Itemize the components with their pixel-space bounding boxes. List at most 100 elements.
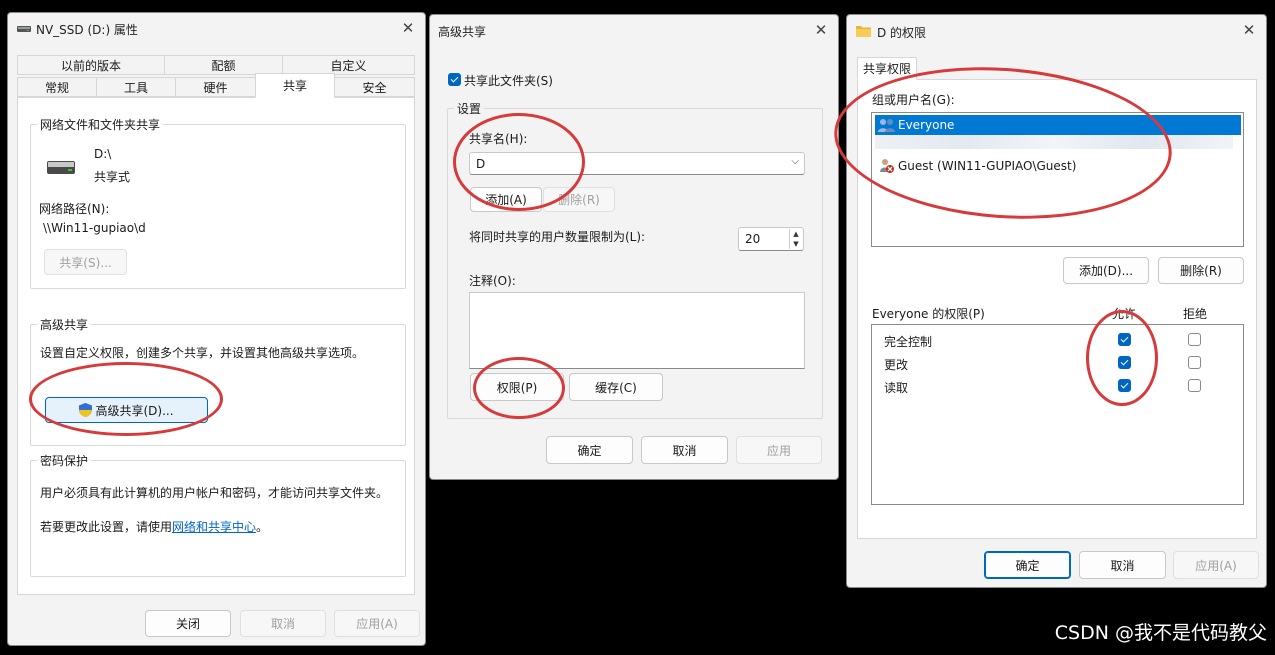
advanced-sharing-button-label: 高级共享(D)... bbox=[95, 403, 174, 418]
deny-read-checkbox[interactable] bbox=[1188, 379, 1201, 392]
properties-dialog: NV_SSD (D:) 属性 ✕ 以前的版本 配额 自定义 常规 工具 硬件 共… bbox=[7, 12, 426, 646]
network-sharing-center-link[interactable]: 网络和共享中心 bbox=[172, 520, 256, 534]
remove-share-button[interactable]: 删除(R) bbox=[543, 187, 615, 212]
network-path-label: 网络路径(N): bbox=[39, 202, 110, 216]
permissions-dialog: D 的权限 ✕ 共享权限 组或用户名(G): Everyone Guest (W… bbox=[846, 14, 1267, 588]
permission-change: 更改 bbox=[884, 358, 909, 372]
permission-read: 读取 bbox=[884, 381, 909, 395]
cancel-button[interactable]: 取消 bbox=[1079, 551, 1166, 579]
tab-quota[interactable]: 配额 bbox=[164, 55, 283, 75]
permissions-listbox: 完全控制 更改 读取 bbox=[871, 324, 1244, 505]
users-listbox[interactable]: Everyone Guest (WIN11-GUPIAO\Guest) bbox=[871, 112, 1244, 247]
watermark-text: CSDN @我不是代码教父 bbox=[1054, 622, 1267, 644]
share-name-combobox[interactable]: D ⌵ bbox=[469, 152, 805, 175]
comment-label: 注释(O): bbox=[469, 274, 516, 288]
add-share-button[interactable]: 添加(A) bbox=[470, 187, 542, 212]
add-user-button[interactable]: 添加(D)... bbox=[1063, 257, 1149, 284]
allow-change-checkbox[interactable] bbox=[1118, 356, 1131, 369]
network-sharing-group: 网络文件和文件夹共享 D:\ 共享式 网络路径(N): \\Win11-gupi… bbox=[30, 116, 406, 289]
advanced-sharing-button[interactable]: 高级共享(D)... bbox=[45, 397, 208, 423]
users-label: 组或用户名(G): bbox=[872, 93, 955, 107]
tab-hardware[interactable]: 硬件 bbox=[175, 77, 256, 97]
shield-icon bbox=[79, 403, 93, 417]
advanced-sharing-description: 设置自定义权限，创建多个共享，并设置其他高级共享选项。 bbox=[40, 346, 365, 360]
tab-security[interactable]: 安全 bbox=[334, 77, 415, 97]
disabled-user-icon bbox=[880, 159, 894, 173]
drive-icon bbox=[47, 161, 75, 174]
share-permissions-panel: 组或用户名(G): Everyone Guest (WIN11-GUPIAO\G… bbox=[857, 79, 1257, 539]
advanced-sharing-group: 高级共享 设置自定义权限，创建多个共享，并设置其他高级共享选项。 高级共享(D)… bbox=[30, 316, 406, 446]
share-name-value: D bbox=[476, 156, 486, 171]
permissions-button[interactable]: 权限(P) bbox=[470, 373, 564, 401]
apply-button[interactable]: 应用(A) bbox=[1173, 551, 1259, 579]
arrow-down-icon[interactable]: ▼ bbox=[790, 239, 802, 249]
properties-title: NV_SSD (D:) 属性 bbox=[36, 23, 138, 37]
allow-column-header: 允许 bbox=[1112, 307, 1137, 321]
advanced-sharing-title: 高级共享 bbox=[438, 25, 487, 39]
caching-button[interactable]: 缓存(C) bbox=[569, 373, 663, 401]
advanced-sharing-dialog: 高级共享 ✕ 共享此文件夹(S) 设置 共享名(H): D ⌵ 添加(A) 删除… bbox=[429, 14, 839, 480]
network-path-value: \\Win11-gupiao\d bbox=[43, 221, 146, 235]
user-name-guest: Guest (WIN11-GUPIAO\Guest) bbox=[898, 159, 1077, 173]
ok-button[interactable]: 确定 bbox=[984, 551, 1071, 579]
allow-read-checkbox[interactable] bbox=[1118, 379, 1131, 392]
share-button[interactable]: 共享(S)... bbox=[44, 249, 127, 275]
comment-textarea[interactable] bbox=[469, 292, 805, 369]
tab-tools[interactable]: 工具 bbox=[96, 77, 176, 97]
properties-titlebar: NV_SSD (D:) 属性 ✕ bbox=[8, 13, 425, 43]
password-change-suffix: 。 bbox=[256, 520, 269, 534]
user-row-guest[interactable]: Guest (WIN11-GUPIAO\Guest) bbox=[875, 156, 1241, 176]
share-folder-checkbox[interactable] bbox=[448, 73, 461, 86]
deny-change-checkbox[interactable] bbox=[1188, 356, 1201, 369]
password-change-prefix: 若要更改此设置，请使用 bbox=[40, 520, 173, 534]
share-folder-label: 共享此文件夹(S) bbox=[464, 74, 553, 88]
network-sharing-group-label: 网络文件和文件夹共享 bbox=[37, 116, 164, 133]
sharing-tab-panel: 网络文件和文件夹共享 D:\ 共享式 网络路径(N): \\Win11-gupi… bbox=[17, 97, 415, 595]
tab-customize[interactable]: 自定义 bbox=[282, 55, 415, 75]
group-users-icon bbox=[878, 119, 895, 132]
allow-full-control-checkbox[interactable] bbox=[1118, 333, 1131, 346]
blurred-user-row bbox=[875, 135, 1233, 149]
password-protection-group: 密码保护 用户必须具有此计算机的用户帐户和密码，才能访问共享文件夹。 若要更改此… bbox=[30, 452, 406, 577]
apply-button[interactable]: 应用(A) bbox=[334, 610, 420, 637]
user-limit-value: 20 bbox=[745, 232, 761, 246]
permissions-title: D 的权限 bbox=[877, 26, 927, 40]
folder-icon bbox=[856, 26, 871, 37]
arrow-up-icon[interactable]: ▲ bbox=[790, 229, 802, 239]
cancel-button[interactable]: 取消 bbox=[641, 436, 728, 464]
password-protection-description: 用户必须具有此计算机的用户帐户和密码，才能访问共享文件夹。 bbox=[40, 486, 389, 500]
settings-group-label: 设置 bbox=[454, 100, 485, 117]
user-row-everyone[interactable]: Everyone bbox=[875, 115, 1241, 135]
tab-previous-versions[interactable]: 以前的版本 bbox=[17, 55, 165, 75]
user-limit-label: 将同时共享的用户数量限制为(L): bbox=[469, 230, 646, 244]
advanced-sharing-group-label: 高级共享 bbox=[37, 316, 92, 333]
apply-button[interactable]: 应用 bbox=[736, 436, 822, 464]
close-icon[interactable]: ✕ bbox=[1238, 19, 1260, 41]
close-icon[interactable]: ✕ bbox=[810, 19, 832, 41]
settings-group: 设置 共享名(H): D ⌵ 添加(A) 删除(R) 将同时共享的用户数量限制为… bbox=[447, 100, 823, 419]
password-protection-group-label: 密码保护 bbox=[37, 452, 92, 469]
tab-sharing[interactable]: 共享 bbox=[255, 73, 335, 98]
share-state: 共享式 bbox=[94, 170, 131, 184]
remove-user-button[interactable]: 删除(R) bbox=[1158, 257, 1244, 284]
tab-share-permissions[interactable]: 共享权限 bbox=[857, 57, 917, 80]
spinner[interactable]: ▲ ▼ bbox=[789, 229, 802, 249]
deny-full-control-checkbox[interactable] bbox=[1188, 333, 1201, 346]
permissions-titlebar: D 的权限 ✕ bbox=[847, 15, 1266, 45]
close-icon[interactable]: ✕ bbox=[397, 17, 419, 39]
password-change-text: 若要更改此设置，请使用网络和共享中心。 bbox=[40, 518, 268, 535]
permission-full-control: 完全控制 bbox=[884, 335, 933, 349]
tab-general[interactable]: 常规 bbox=[17, 77, 97, 97]
close-button[interactable]: 关闭 bbox=[145, 610, 231, 637]
user-name-everyone: Everyone bbox=[898, 118, 955, 132]
drive-name: D:\ bbox=[94, 147, 112, 161]
ok-button[interactable]: 确定 bbox=[546, 436, 633, 464]
permissions-for-label: Everyone 的权限(P) bbox=[872, 307, 985, 321]
deny-column-header: 拒绝 bbox=[1183, 307, 1208, 321]
share-name-label: 共享名(H): bbox=[469, 132, 528, 146]
chevron-down-icon[interactable]: ⌵ bbox=[791, 156, 799, 167]
drive-small-icon bbox=[17, 26, 31, 32]
cancel-button[interactable]: 取消 bbox=[240, 610, 326, 637]
user-limit-input[interactable]: 20 ▲ ▼ bbox=[738, 227, 804, 251]
advanced-sharing-titlebar: 高级共享 ✕ bbox=[430, 15, 838, 45]
